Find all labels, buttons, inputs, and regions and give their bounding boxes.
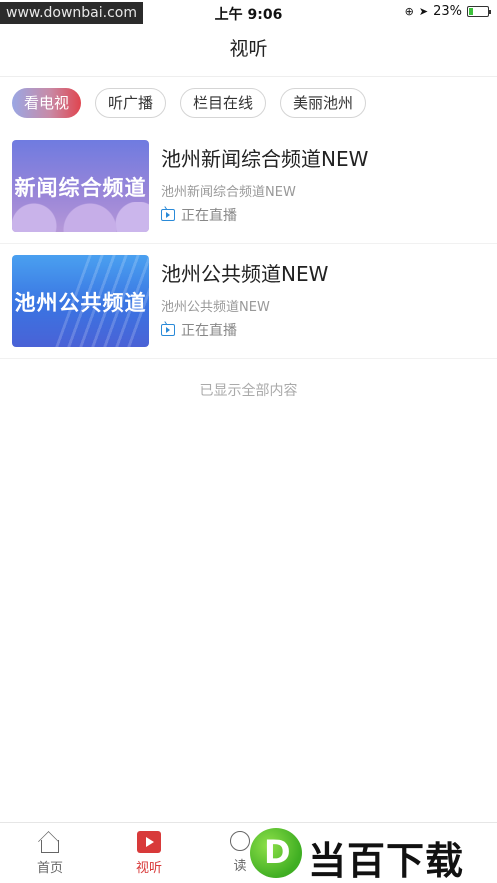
status-bar: www.downbai.com 上午 9:06 ⊕ ➤ 23% xyxy=(0,0,497,26)
list-end-notice: 已显示全部内容 xyxy=(199,383,298,399)
tv-icon xyxy=(161,324,175,336)
thumbnail-decoration xyxy=(12,202,149,232)
home-icon xyxy=(41,840,59,853)
tabbar-label: 首页 xyxy=(36,861,63,876)
list-item[interactable]: 新闻综合频道 池州新闻综合频道NEW 池州新闻综合频道NEW 正在直播 xyxy=(0,129,497,244)
channel-title: 池州公共频道NEW xyxy=(161,262,329,286)
brand-letter: D xyxy=(264,833,291,871)
status-indicators: ⊕ ➤ 23% xyxy=(404,4,491,19)
channel-subtitle: 池州新闻综合频道NEW xyxy=(161,185,296,200)
rotation-lock-icon: ⊕ xyxy=(404,5,414,18)
tabbar-media[interactable]: 视听 xyxy=(119,831,179,876)
read-icon xyxy=(230,831,250,851)
channel-thumbnail[interactable]: 池州公共频道 xyxy=(12,255,149,347)
tabbar-label: 视听 xyxy=(135,861,162,876)
live-status-label: 正在直播 xyxy=(181,208,237,224)
brand-logo: D 当百下载 xyxy=(250,824,497,883)
tab-beautiful-chizhou[interactable]: 美丽池州 xyxy=(280,88,367,118)
live-status: 正在直播 xyxy=(161,320,237,340)
tabbar-home[interactable]: 首页 xyxy=(20,831,80,876)
category-tabs: 看电视 听广播 栏目在线 美丽池州 xyxy=(12,88,367,118)
list-item[interactable]: 池州公共频道 池州公共频道NEW 池州公共频道NEW 正在直播 xyxy=(0,244,497,359)
header-divider xyxy=(0,76,497,77)
brand-d-badge: D xyxy=(250,828,302,878)
live-status: 正在直播 xyxy=(161,205,237,225)
battery-fill xyxy=(469,8,473,15)
channel-subtitle: 池州公共频道NEW xyxy=(161,300,270,315)
location-icon: ➤ xyxy=(418,5,429,18)
tab-watch-tv[interactable]: 看电视 xyxy=(12,88,82,118)
tabbar-label: 读 xyxy=(233,859,247,874)
video-icon xyxy=(137,831,161,853)
tv-icon xyxy=(161,209,175,221)
live-status-label: 正在直播 xyxy=(181,323,237,339)
channel-thumbnail[interactable]: 新闻综合频道 xyxy=(12,140,149,232)
battery-icon xyxy=(467,6,491,17)
tab-programs-online[interactable]: 栏目在线 xyxy=(180,88,267,118)
channel-title: 池州新闻综合频道NEW xyxy=(161,147,369,171)
brand-text: 当百下载 xyxy=(308,839,465,883)
thumbnail-caption: 新闻综合频道 xyxy=(14,176,147,200)
page-title: 视听 xyxy=(229,38,268,60)
thumbnail-caption: 池州公共频道 xyxy=(14,291,147,315)
battery-percent: 23% xyxy=(433,4,462,19)
tab-radio[interactable]: 听广播 xyxy=(95,88,167,118)
